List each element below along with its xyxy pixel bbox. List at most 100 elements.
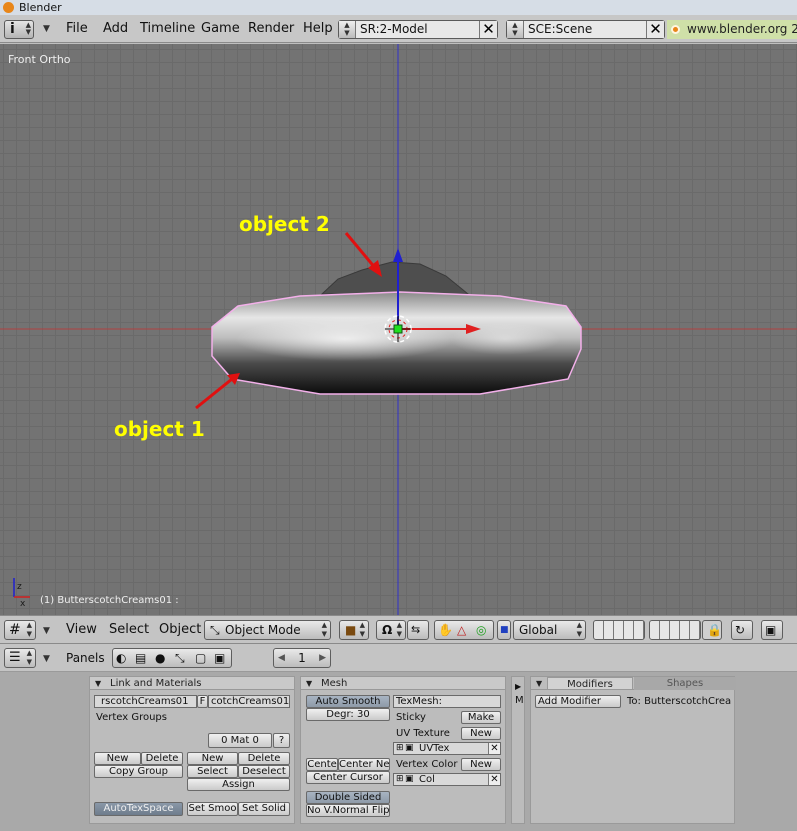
scene-name[interactable]: SCE:Scene xyxy=(528,21,592,38)
tab-modifiers[interactable]: Modifiers xyxy=(547,677,633,690)
vg-new-button[interactable]: New xyxy=(94,752,141,765)
assign-button[interactable]: Assign xyxy=(187,778,290,791)
updown-arrows-icon[interactable]: ▲ ▼ xyxy=(507,21,524,38)
collapse-panel-icon[interactable]: ▼ xyxy=(95,677,101,690)
collapse-panel-icon[interactable]: ▼ xyxy=(536,677,542,690)
orientation-selector[interactable]: Global ▲ ▼ xyxy=(513,620,586,640)
center-new-button[interactable]: Center Ne xyxy=(338,758,390,771)
material-index-field[interactable]: 0 Mat 0 xyxy=(208,733,272,748)
manipulator-toggles[interactable]: ✋ △ ◎ xyxy=(434,620,494,640)
collapse-panel-icon[interactable]: ▼ xyxy=(306,677,312,690)
editor-type-menu[interactable]: # ▲ ▼ xyxy=(4,620,36,640)
orientation-value[interactable]: Global xyxy=(519,621,557,639)
expand-panel-icon[interactable]: ▶ xyxy=(515,681,521,693)
sticky-make-button[interactable]: Make xyxy=(461,711,501,724)
degree-field[interactable]: Degr: 30 xyxy=(306,708,390,721)
layer-active-icon[interactable]: ⊞ xyxy=(396,743,404,754)
set-smooth-button[interactable]: Set Smoo xyxy=(187,802,238,816)
texmesh-field[interactable]: TexMesh: xyxy=(393,695,501,708)
site-url[interactable]: www.blender.org 24 xyxy=(687,20,797,39)
mode-selector[interactable]: ⤡ Object Mode ▲ ▼ xyxy=(204,620,331,640)
panel-header[interactable]: ▼ Mesh xyxy=(301,677,505,690)
copy-group-button[interactable]: Copy Group xyxy=(94,765,183,778)
pivot-menu[interactable]: Ω ▲ ▼ xyxy=(376,620,406,640)
collapsed-panel[interactable]: ▶ M xyxy=(511,676,525,824)
shading-icon[interactable]: ● xyxy=(155,649,165,667)
collapse-menus-icon[interactable]: ▼ xyxy=(43,626,50,636)
delete-scene-icon[interactable]: ✕ xyxy=(646,21,664,38)
layer-render-icon[interactable]: ▣ xyxy=(405,743,414,754)
object-icon[interactable]: ⤡ xyxy=(175,649,185,667)
script-icon[interactable]: ▤ xyxy=(135,649,146,667)
render-button[interactable]: ▣ xyxy=(761,620,783,640)
menu-timeline[interactable]: Timeline xyxy=(140,15,195,43)
menu-select[interactable]: Select xyxy=(109,616,149,644)
no-vnormal-flip-toggle[interactable]: No V.Normal Flip xyxy=(306,804,390,817)
menu-add[interactable]: Add xyxy=(103,15,128,43)
hand-icon[interactable]: ✋ xyxy=(438,621,453,639)
auto-tex-space-toggle[interactable]: AutoTexSpace xyxy=(94,802,183,816)
editor-type-menu[interactable]: ☰ ▲ ▼ xyxy=(4,648,36,668)
editing-icon[interactable]: ▢ xyxy=(195,649,206,667)
menu-game[interactable]: Game xyxy=(201,15,240,43)
menu-view[interactable]: View xyxy=(66,616,97,644)
layer-buttons-left[interactable] xyxy=(593,620,645,640)
context-buttons[interactable]: ◐ ▤ ● ⤡ ▢ ▣ xyxy=(112,648,232,668)
uv-layer-row[interactable]: ⊞ ▣ UVTex ✕ xyxy=(393,742,501,755)
updown-arrows-icon[interactable]: ▲ ▼ xyxy=(339,21,356,38)
layer-buttons-right[interactable] xyxy=(649,620,701,640)
mesh-name-field[interactable]: rscotchCreams01 xyxy=(94,695,197,708)
scene-selector[interactable]: ▲ ▼ SCE:Scene ✕ xyxy=(506,20,665,39)
collapse-menus-icon[interactable]: ▼ xyxy=(43,654,50,664)
screen-name[interactable]: SR:2-Model xyxy=(360,21,428,38)
frame-counter[interactable]: ◀ 1 ▶ xyxy=(273,648,331,668)
translate-icon[interactable]: △ xyxy=(457,621,466,639)
texmesh-label[interactable]: TexMesh: xyxy=(396,696,442,707)
vc-layer-row[interactable]: ⊞ ▣ Col ✕ xyxy=(393,773,501,786)
frame-value[interactable]: 1 xyxy=(298,651,306,665)
panel-header[interactable]: ▼ Link and Materials xyxy=(90,677,294,690)
material-query-button[interactable]: ? xyxy=(273,733,290,748)
align-button[interactable]: ⇆ xyxy=(407,620,429,640)
delete-layer-icon[interactable]: ✕ xyxy=(488,774,500,785)
delete-screen-icon[interactable]: ✕ xyxy=(479,21,497,38)
site-link[interactable]: www.blender.org 24 xyxy=(667,20,797,39)
frame-next-icon[interactable]: ▶ xyxy=(319,649,326,667)
render-preview-button[interactable]: ↻ xyxy=(731,620,753,640)
vc-new-button[interactable]: New xyxy=(461,758,501,771)
add-modifier-button[interactable]: Add Modifier xyxy=(535,695,621,708)
center-button[interactable]: Cente xyxy=(306,758,338,771)
menu-help[interactable]: Help xyxy=(303,15,333,43)
mode-value[interactable]: Object Mode xyxy=(225,621,301,639)
logic-icon[interactable]: ◐ xyxy=(116,649,126,667)
frame-prev-icon[interactable]: ◀ xyxy=(278,649,285,667)
tab-shapes[interactable]: Shapes xyxy=(634,677,736,690)
menu-render[interactable]: Render xyxy=(248,15,294,43)
layer-active-icon[interactable]: ⊞ xyxy=(396,774,404,785)
draw-type-menu[interactable]: ■ ▲ ▼ xyxy=(339,620,369,640)
object-name-value[interactable]: cotchCreams01: xyxy=(211,696,289,707)
3d-viewport[interactable]: z x Front Ortho object 2 object 1 (1) Bu… xyxy=(0,44,797,615)
lock-layers-button[interactable]: 🔒 xyxy=(702,620,722,640)
layer-render-icon[interactable]: ▣ xyxy=(405,774,414,785)
set-solid-button[interactable]: Set Solid xyxy=(238,802,290,816)
delete-layer-icon[interactable]: ✕ xyxy=(488,743,500,754)
mat-new-button[interactable]: New xyxy=(187,752,238,765)
uv-layer-name[interactable]: UVTex xyxy=(419,743,449,754)
mat-select-button[interactable]: Select xyxy=(187,765,238,778)
screen-selector[interactable]: ▲ ▼ SR:2-Model ✕ xyxy=(338,20,498,39)
center-cursor-button[interactable]: Center Cursor xyxy=(306,771,390,784)
menu-object[interactable]: Object xyxy=(159,616,201,644)
scene-icon[interactable]: ▣ xyxy=(214,649,225,667)
menu-file[interactable]: File xyxy=(66,15,88,43)
uv-new-button[interactable]: New xyxy=(461,727,501,740)
mat-delete-button[interactable]: Delete xyxy=(238,752,290,765)
vc-layer-name[interactable]: Col xyxy=(419,774,435,785)
double-sided-toggle[interactable]: Double Sided xyxy=(306,791,390,804)
rotate-icon[interactable]: ◎ xyxy=(476,621,486,639)
window-type-menu[interactable]: i ▲ ▼ xyxy=(4,20,34,39)
scale-toggle[interactable]: ■ xyxy=(497,620,511,640)
mat-deselect-button[interactable]: Deselect xyxy=(238,765,290,778)
mesh-name-value[interactable]: rscotchCreams01 xyxy=(101,696,189,707)
panel-header[interactable]: ▼ Modifiers Shapes xyxy=(531,677,736,690)
